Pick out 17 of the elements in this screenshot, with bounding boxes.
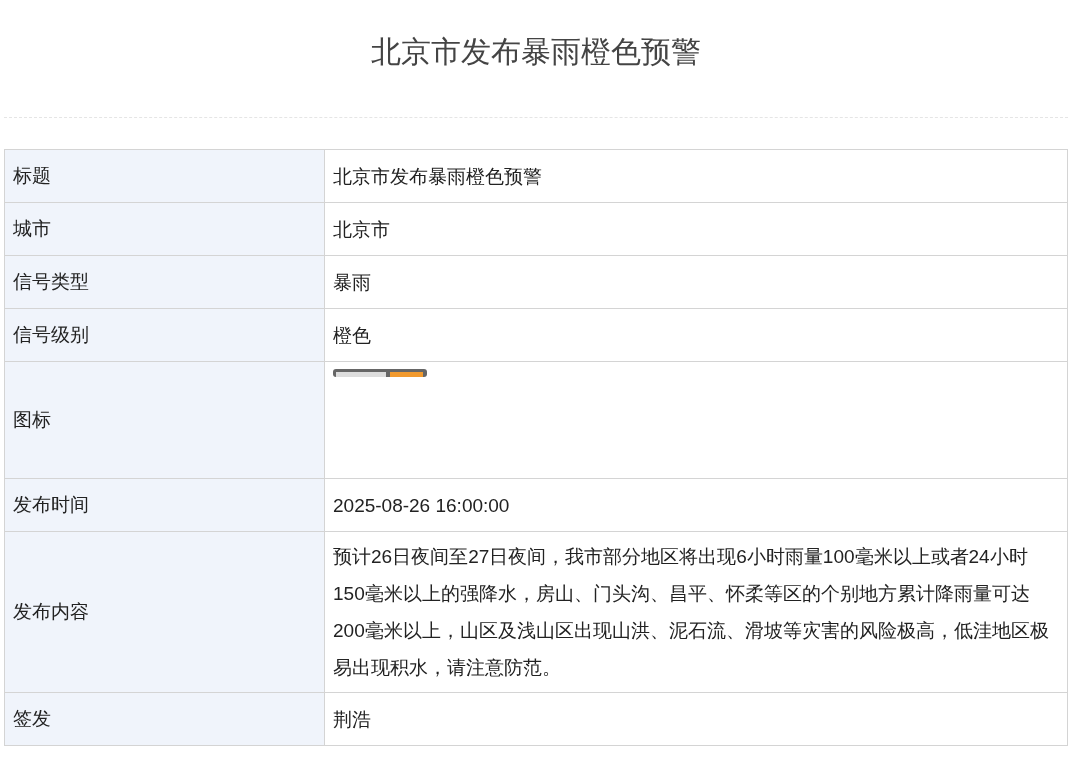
label-cell: 图标 [4,361,325,479]
label-cell: 信号类型 [4,255,325,309]
label-cell: 信号级别 [4,308,325,362]
value-cell-text: 北京市 [333,217,391,242]
page-title: 北京市发布暴雨橙色预警 [371,34,701,70]
value-cell-text: 荆浩 [333,707,372,732]
value-cell-text: 暴雨 [333,270,372,295]
label-cell: 签发 [4,692,325,746]
value-cell-text: 预计26日夜间至27日夜间，我市部分地区将出现6小时雨量100毫米以上或者24小时150毫米以上的强降水，房山、门头沟、昌平、怀柔等区的个别地方累计降雨量可达200毫米以上，山区及浅山区出现山洪、泥石流、滑坡等灾害的风险极高，低洼地区极易出现积水，请注意防范。 [333,545,1050,680]
label-cell: 发布内容 [4,531,325,693]
warning-signal-icon [333,369,427,377]
value-cell-text: 橙色 [333,323,372,348]
value-cell-text: 2025-08-26 16:00:00 [333,493,511,518]
label-cell: 城市 [4,202,325,256]
label-cell: 标题 [4,149,325,203]
value-cell-text: 北京市发布暴雨橙色预警 [333,164,543,189]
label-cell: 发布时间 [4,478,325,532]
